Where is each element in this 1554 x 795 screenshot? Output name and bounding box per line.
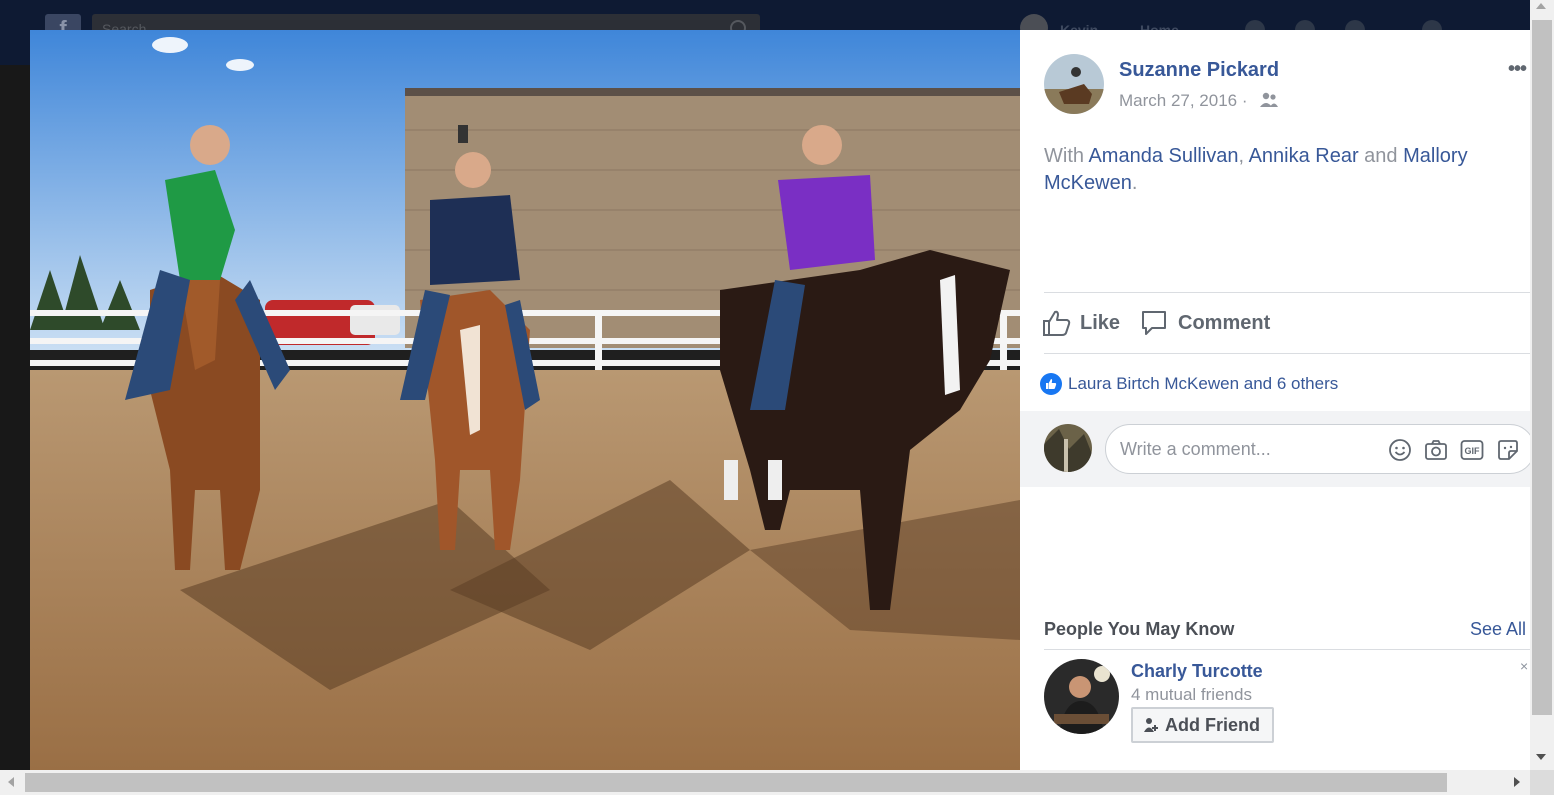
comment-input[interactable]: Write a comment... GIF [1105, 424, 1530, 474]
divider [1044, 353, 1530, 354]
with-prefix: With [1044, 145, 1089, 167]
comment-label: Comment [1178, 311, 1271, 334]
comment-icon [1142, 311, 1166, 335]
post-side-panel: Suzanne Pickard March 27, 2016 · ••• Wit… [1020, 30, 1530, 770]
comment-composer: Write a comment... GIF [1020, 411, 1530, 487]
reactions-text: Laura Birtch McKewen and 6 others [1068, 374, 1339, 393]
horse-riders-photo [30, 30, 1020, 770]
horizontal-scrollbar-thumb[interactable] [25, 773, 1447, 792]
thumbs-up-icon [1043, 310, 1071, 336]
scroll-up-arrow-icon[interactable] [1536, 3, 1546, 9]
like-reaction-icon [1040, 373, 1062, 395]
gif-icon[interactable]: GIF [1460, 438, 1484, 462]
comment-placeholder: Write a comment... [1120, 439, 1271, 459]
mutual-friends[interactable]: 4 mutual friends [1131, 685, 1252, 705]
close-icon[interactable]: × [1520, 658, 1528, 674]
like-label: Like [1080, 311, 1121, 334]
separator: , [1238, 145, 1249, 167]
comment-button[interactable]: Comment [1140, 308, 1270, 338]
post-photo[interactable] [30, 30, 1020, 770]
tagged-person-link[interactable]: Amanda Sullivan [1088, 145, 1238, 167]
like-button[interactable]: Like [1042, 308, 1120, 338]
people-you-may-know-title: People You May Know [1044, 619, 1235, 639]
scroll-right-arrow-icon[interactable] [1514, 777, 1520, 787]
with-suffix: . [1131, 172, 1138, 194]
add-friend-label: Add Friend [1165, 714, 1260, 735]
more-options-button[interactable]: ••• [1508, 58, 1527, 81]
add-friend-icon [1144, 718, 1158, 732]
gif-text: GIF [1465, 446, 1481, 456]
tagged-person-link[interactable]: Annika Rear [1249, 145, 1359, 167]
vertical-scrollbar-thumb[interactable] [1532, 20, 1552, 715]
scroll-left-arrow-icon[interactable] [8, 777, 14, 787]
friends-icon[interactable] [1259, 92, 1279, 108]
post-timestamp[interactable]: March 27, 2016 · [1119, 91, 1248, 111]
divider [1044, 292, 1530, 293]
author-avatar[interactable] [1044, 54, 1104, 114]
suggestion-name[interactable]: Charly Turcotte [1131, 661, 1263, 682]
emoji-icon[interactable] [1388, 438, 1412, 462]
add-friend-button[interactable]: Add Friend [1131, 707, 1274, 743]
author-name[interactable]: Suzanne Pickard [1119, 59, 1279, 82]
scroll-down-arrow-icon[interactable] [1536, 754, 1546, 760]
reactions-summary[interactable]: Laura Birtch McKewen and 6 others [1040, 373, 1338, 395]
divider [1044, 649, 1530, 650]
camera-icon[interactable] [1424, 438, 1448, 462]
see-all-link[interactable]: See All [1470, 619, 1526, 640]
suggestion-avatar[interactable] [1044, 659, 1119, 734]
overlay-backdrop[interactable] [0, 65, 30, 770]
sticker-icon[interactable] [1496, 438, 1520, 462]
scrollbar-corner [1530, 770, 1554, 795]
separator: and [1358, 145, 1404, 167]
avatar [1044, 424, 1092, 472]
tagged-people: With Amanda Sullivan, Annika Rear and Ma… [1044, 143, 1514, 197]
